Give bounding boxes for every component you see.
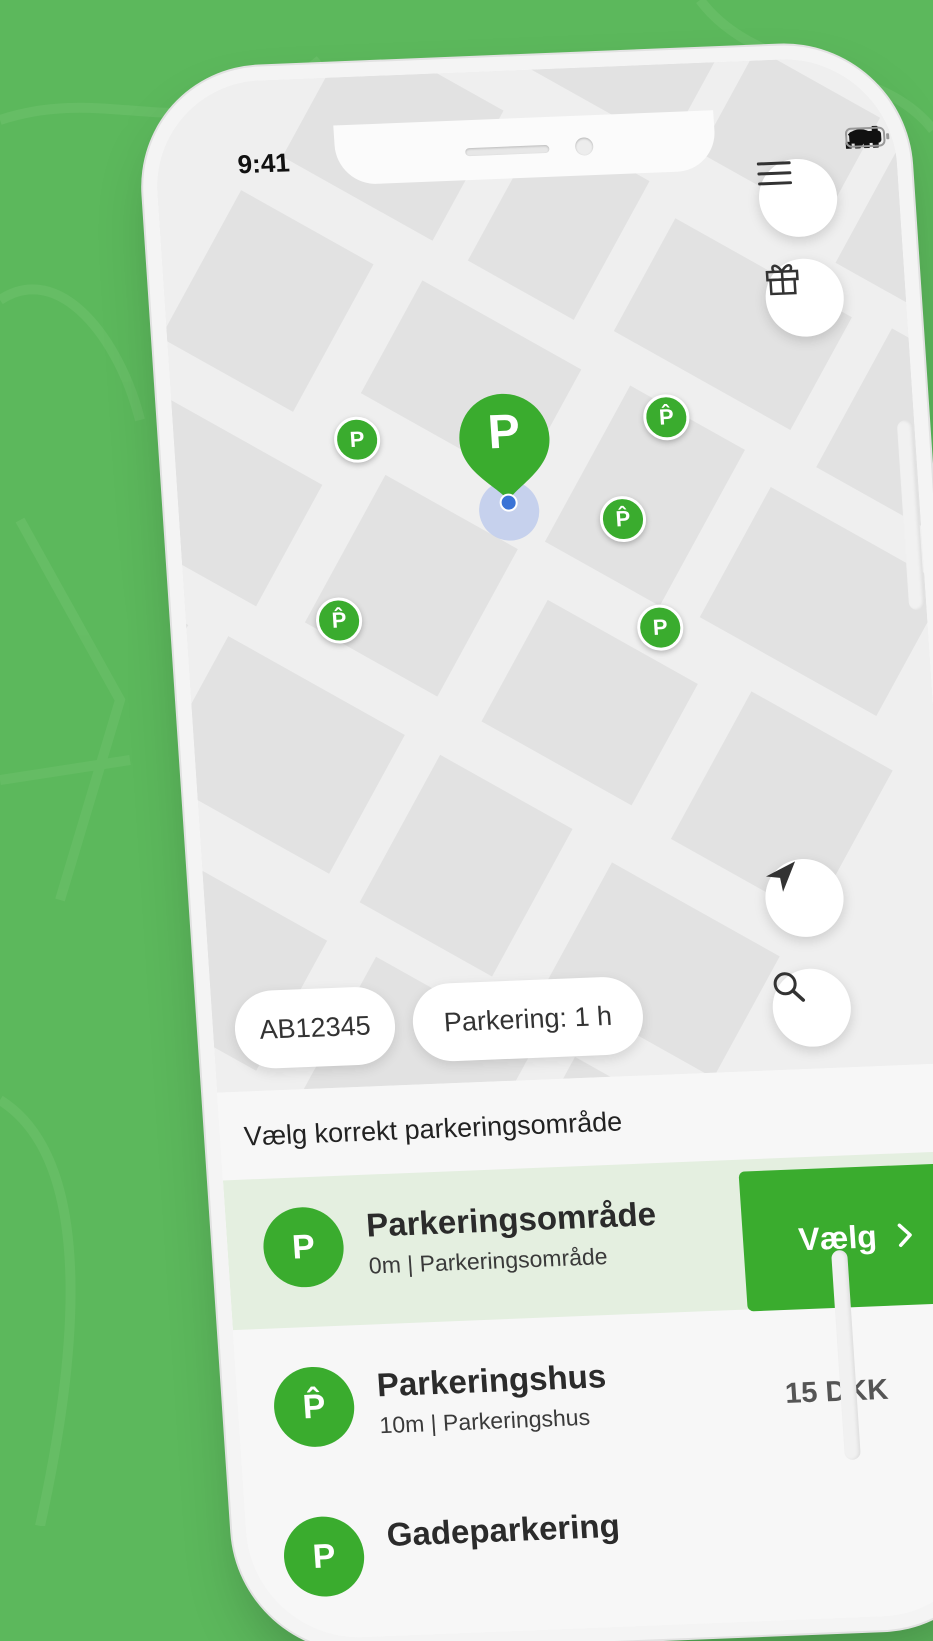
selected-pin-letter: P: [486, 405, 522, 460]
list-item-gadeparkering[interactable]: P Gadeparkering: [243, 1460, 933, 1639]
list-item-parkeringshus[interactable]: P̂ Parkeringshus 10m | Parkeringshus 15 …: [234, 1310, 933, 1489]
status-time: 9:41: [236, 147, 291, 180]
row-price: 15 DKK: [784, 1373, 890, 1410]
app-screen: 9:41 P P̂ P̂ P P̂ P AB12345 Parkering: 1…: [150, 55, 933, 1641]
sheet-title: Vælg korrekt parkeringsområde: [243, 1106, 624, 1152]
row-name: Parkeringshus: [375, 1357, 608, 1404]
battery-icon: [844, 126, 890, 148]
license-plate-chip[interactable]: AB12345: [232, 985, 398, 1070]
search-icon: [773, 972, 806, 1002]
parking-garage-icon: P̂: [271, 1365, 357, 1449]
chevron-right-icon: [897, 1223, 912, 1248]
street-parking-icon: P: [281, 1515, 367, 1599]
list-item-parkeringsomrade[interactable]: P Parkeringsområde 0m | Parkeringsområde…: [222, 1150, 933, 1331]
row-name: Gadeparkering: [385, 1506, 621, 1553]
current-location-dot: [499, 493, 518, 512]
row-name: Parkeringsområde: [364, 1195, 658, 1244]
menu-icon: [756, 161, 793, 186]
row-subtitle: 10m | Parkeringshus: [378, 1403, 591, 1439]
navigation-arrow-icon: [765, 861, 796, 892]
phone-frame: 9:41 P P̂ P̂ P P̂ P AB12345 Parkering: 1…: [150, 55, 933, 1641]
parking-area-icon: P: [260, 1205, 347, 1289]
map-view[interactable]: 9:41 P P̂ P̂ P P̂ P AB12345 Parkering: 1…: [150, 55, 933, 1093]
gift-icon: [765, 264, 799, 296]
row-subtitle: 0m | Parkeringsområde: [368, 1243, 609, 1279]
parking-duration-chip[interactable]: Parkering: 1 h: [410, 975, 646, 1063]
parking-selection-sheet: Vælg korrekt parkeringsområde P Parkerin…: [217, 1062, 933, 1641]
